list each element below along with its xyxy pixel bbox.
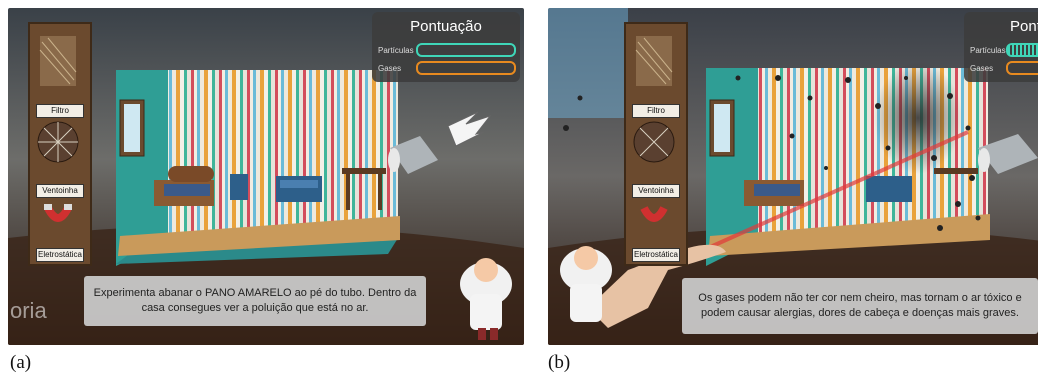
tool-label-filter[interactable]: Filtro	[632, 104, 680, 118]
magnet-icon	[44, 204, 72, 222]
score-panel: Pont Partículas Gases	[964, 12, 1038, 82]
tool-label-filter[interactable]: Filtro	[36, 104, 84, 118]
particles-bar	[1006, 43, 1038, 57]
score-label-particles: Partículas	[378, 46, 414, 55]
ar-scene-panel-b: Filtro Ventoinha Eletrostática Pont Part…	[548, 8, 1038, 345]
tool-icons	[633, 36, 675, 222]
hint-dialog: Os gases podem não ter cor nem cheiro, m…	[682, 278, 1038, 334]
filter-icon	[635, 36, 673, 86]
filter-icon	[39, 36, 77, 86]
score-title: Pont	[1010, 18, 1038, 35]
ar-scene-panel-a: Filtro Ventoinha Eletrostática Pontuação…	[8, 8, 524, 345]
score-title: Pontuação	[410, 18, 482, 35]
tool-label-electrostatic[interactable]: Eletrostática	[36, 248, 84, 262]
score-label-particles: Partículas	[970, 46, 1006, 55]
tool-label-electrostatic[interactable]: Eletrostática	[632, 248, 680, 262]
caption-b: (b)	[548, 352, 571, 373]
tool-palette: Filtro Ventoinha Eletrostática	[624, 22, 688, 266]
magnet-icon	[640, 206, 668, 222]
tool-icons	[37, 36, 79, 222]
score-label-gases: Gases	[970, 64, 994, 73]
fan-icon	[37, 121, 79, 163]
particles-bar	[416, 43, 516, 57]
gases-bar	[1006, 61, 1038, 75]
tool-label-fan[interactable]: Ventoinha	[632, 184, 680, 198]
hint-dialog: Experimenta abanar o PANO AMARELO ao pé …	[84, 276, 426, 326]
fan-icon	[633, 121, 675, 163]
gases-bar	[416, 61, 516, 75]
tool-palette: Filtro Ventoinha Eletrostática	[28, 22, 92, 266]
tool-label-fan[interactable]: Ventoinha	[36, 184, 84, 198]
score-panel: Pontuação Partículas Gases	[372, 12, 520, 82]
watermark: oria	[10, 298, 47, 323]
caption-a: (a)	[10, 352, 32, 373]
score-label-gases: Gases	[378, 64, 402, 73]
